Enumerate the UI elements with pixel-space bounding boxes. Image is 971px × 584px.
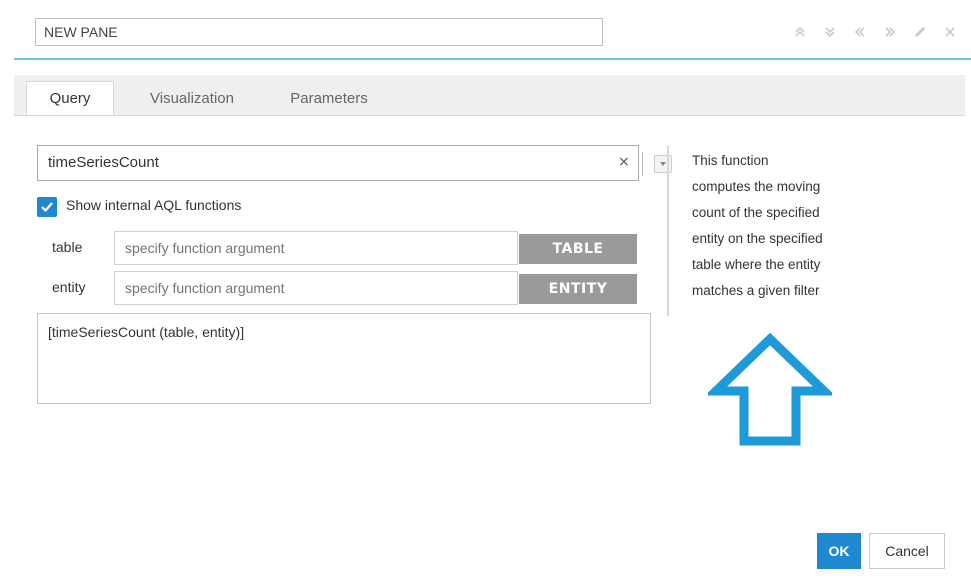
move-left-icon[interactable] bbox=[850, 22, 870, 42]
clear-icon[interactable]: × bbox=[618, 154, 630, 170]
entity-button[interactable]: ENTITY bbox=[519, 274, 637, 304]
ok-button[interactable]: OK bbox=[817, 533, 861, 569]
close-icon[interactable] bbox=[940, 22, 960, 42]
description-line: entity on the specified bbox=[692, 231, 823, 246]
move-top-icon[interactable] bbox=[790, 22, 810, 42]
description-line: count of the specified bbox=[692, 205, 820, 220]
cancel-button[interactable]: Cancel bbox=[869, 533, 945, 569]
tab-bar: Query Visualization Parameters bbox=[14, 75, 965, 116]
tab-visualization[interactable]: Visualization bbox=[122, 81, 262, 115]
select-separator bbox=[642, 152, 643, 176]
arg-input-table[interactable] bbox=[114, 231, 518, 265]
function-select[interactable]: timeSeriesCount × bbox=[37, 145, 672, 181]
edit-icon[interactable] bbox=[910, 22, 930, 42]
description-line: This function bbox=[692, 153, 769, 168]
tab-parameters[interactable]: Parameters bbox=[269, 81, 389, 115]
function-select-value: timeSeriesCount bbox=[48, 154, 159, 171]
up-arrow-icon bbox=[708, 333, 832, 446]
description-line: table where the entity bbox=[692, 257, 821, 272]
pane-title-input[interactable] bbox=[35, 18, 603, 46]
arg-label-entity: entity bbox=[52, 279, 86, 295]
tab-query[interactable]: Query bbox=[26, 81, 114, 115]
description-line: computes the moving bbox=[692, 179, 821, 194]
header-divider bbox=[14, 58, 971, 60]
chevron-down-icon[interactable] bbox=[654, 155, 672, 173]
show-internal-checkbox[interactable] bbox=[37, 197, 57, 217]
arg-label-table: table bbox=[52, 239, 83, 255]
function-description: This function computes the moving count … bbox=[692, 148, 892, 304]
pane-toolbar bbox=[770, 22, 960, 42]
show-internal-label[interactable]: Show internal AQL functions bbox=[66, 197, 241, 213]
description-line: matches a given filter bbox=[692, 283, 820, 298]
table-button[interactable]: TABLE bbox=[519, 234, 637, 264]
description-divider bbox=[667, 146, 669, 316]
expression-editor[interactable]: [timeSeriesCount (table, entity)] bbox=[37, 313, 651, 404]
checkmark-icon bbox=[41, 202, 53, 213]
move-bottom-icon[interactable] bbox=[820, 22, 840, 42]
arg-input-entity[interactable] bbox=[114, 271, 518, 305]
move-right-icon[interactable] bbox=[880, 22, 900, 42]
